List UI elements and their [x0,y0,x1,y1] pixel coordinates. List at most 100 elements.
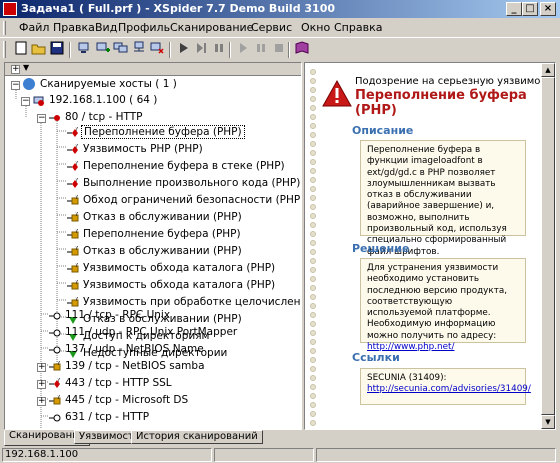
tree-vuln-item[interactable]: ? Уязвимость PHP (PHP) [67,141,205,157]
tree-vuln-item[interactable]: ? Обход ограничений безопасности (PHP) [67,192,301,208]
tree-port-item[interactable]: 137 / udp - NetBIOS Name [49,341,206,357]
tree-port-item[interactable]: ? 443 / tcp - HTTP SSL [49,375,174,391]
tree-vuln-label: Отказ в обслуживании (PHP) [83,211,242,223]
vulnerability-icon: ? [67,143,78,155]
tree-port-80[interactable]: 80 / tcp - HTTP [49,109,144,125]
add-host-icon[interactable] [93,41,113,59]
vulnerability-icon: ? [67,126,78,138]
globe-icon [23,78,35,90]
menu-scan[interactable]: Сканирование [170,21,253,34]
status-cell-3 [316,448,556,462]
svg-text:?: ? [75,229,78,235]
tree-port-item[interactable]: ? 139 / tcp - NetBIOS samba [49,358,207,374]
menu-file[interactable]: Файл [19,21,49,34]
network-icon[interactable] [129,41,149,59]
port-icon [49,327,61,338]
perforated-edge-left [308,66,318,429]
links-heading: Ссылки [352,351,400,364]
tree-vuln-label: Уязвимость PHP (PHP) [83,143,203,155]
expand-all-icon[interactable]: + [11,65,20,74]
description-box: Переполнение буфера в функции imageloadf… [360,140,526,257]
maximize-button[interactable]: □ [522,2,538,16]
tree-port-item[interactable]: 111 / udp - RPC Unix PortMapper [49,324,239,340]
save-icon[interactable] [47,41,67,59]
warning-triangle-icon [322,79,352,107]
menu-help[interactable]: Справка [334,21,382,34]
new-icon[interactable] [11,41,31,59]
menu-edit[interactable]: Правка [53,21,95,34]
host-vuln-icon [33,95,44,106]
tree-vuln-item[interactable]: ? Переполнение буфера (PHP) [67,226,243,242]
menu-service[interactable]: Сервис [251,21,292,34]
title-bar[interactable]: Задача1 ( Full.prf ) - XSpider 7.7 Demo … [0,0,560,18]
port-icon [49,412,61,423]
collapse-root-toggle[interactable]: − [11,81,20,90]
expand-port-toggle[interactable]: + [37,363,46,372]
tree-port-80-label: 80 / tcp - HTTP [65,111,143,123]
details-panel[interactable]: Подозрение на серьезную уязвимость Переп… [304,62,556,430]
tree-vuln-item[interactable]: ? Уязвимость обхода каталога (PHP) [67,260,277,276]
expand-port-toggle[interactable]: + [37,397,46,406]
solution-text: Для устранения уязвимости необходимо уст… [367,263,508,341]
tree-port-item[interactable]: 631 / tcp - HTTP [49,409,151,425]
tree-port-item[interactable]: ? 445 / tcp - Microsoft DS [49,392,190,408]
open-folder-icon[interactable] [29,41,49,59]
links-label: SECUNIA (31409): [367,373,447,383]
tree-vuln-label: Уязвимость обхода каталога (PHP) [83,262,276,274]
close-button[interactable]: × [540,2,556,16]
toolbar [0,37,560,61]
run-scan-icon[interactable] [174,41,194,59]
tree-root-hosts[interactable]: Сканируемые хосты ( 1 ) [23,76,179,92]
tree-vuln-label: Переполнение буфера в стеке (PHP) [83,160,285,172]
toolbar-grip [3,41,6,58]
toolbar-separator [69,42,71,58]
expand-port-toggle[interactable]: + [37,380,46,389]
delete-host-icon[interactable] [147,41,167,59]
tree-vuln-item[interactable]: ? Отказ в обслуживании (PHP) [67,209,244,225]
tree-host[interactable]: 192.168.1.100 ( 64 ) [33,92,159,108]
scan-step-icon[interactable] [192,41,212,59]
svg-text:?: ? [75,297,78,303]
tree-port-label: 443 / tcp - HTTP SSL [65,377,172,389]
tree-toolbar: + ▼ [5,63,301,76]
add-range-icon[interactable] [111,41,131,59]
play-icon[interactable] [233,41,253,59]
minimize-button[interactable]: _ [506,2,522,16]
tree-vuln-item[interactable]: ? Выполнение произвольного кода (PHP) [67,175,301,191]
menu-window[interactable]: Окно [301,21,330,34]
details-scrollbar[interactable]: ▲ ▼ [541,63,555,429]
svg-text:?: ? [75,127,78,133]
host-icon[interactable] [75,41,95,59]
scan-tree-panel[interactable]: + ▼ − Сканируемые хосты (1) − 192.168.… [4,62,302,430]
tree-vuln-item[interactable]: ? Переполнение буфера в стеке (PHP) [67,158,287,174]
tree-vuln-label: Переполнение буфера (PHP) [81,125,245,139]
scroll-down-button[interactable]: ▼ [541,415,555,429]
stop-icon[interactable] [269,41,289,59]
tree-vuln-item[interactable]: ? Отказ в обслуживании (PHP) [67,243,244,259]
scroll-thumb[interactable] [541,77,555,415]
chevron-down-icon[interactable]: ▼ [23,63,29,72]
tab-scan-history[interactable]: История сканирований [131,430,263,444]
tree-vuln-item[interactable]: ? Переполнение буфера (PHP) [67,124,245,140]
report-book-icon[interactable] [292,41,312,59]
tree-vuln-label: Выполнение произвольного кода (PHP) [83,177,301,189]
svg-text:?: ? [75,246,78,252]
scroll-up-button[interactable]: ▲ [541,63,555,77]
svg-text:?: ? [75,212,78,218]
tree-vuln-item[interactable]: ? Уязвимость обхода каталога (PHP) [67,277,277,293]
tree-port-item[interactable]: 111 / tcp - RPC Unix [49,307,172,323]
pause-icon[interactable] [251,41,271,59]
svg-text:?: ? [75,263,78,269]
secunia-link[interactable]: http://secunia.com/advisories/31409/ [367,384,531,394]
svg-text:?: ? [57,361,60,367]
app-icon [3,2,17,16]
scan-options-icon[interactable] [210,41,230,59]
tree-vuln-label: Уязвимость обхода каталога (PHP) [83,279,276,291]
collapse-host-toggle[interactable]: − [21,97,30,106]
tree-port-label: 137 / udp - NetBIOS Name [65,343,204,355]
collapse-port80-toggle[interactable]: − [37,114,46,123]
tree-host-label: 192.168.1.100 ( 64 ) [49,94,158,106]
menu-profile[interactable]: Профиль [118,21,170,34]
menu-view[interactable]: Вид [95,21,117,34]
port-icon [49,344,61,355]
